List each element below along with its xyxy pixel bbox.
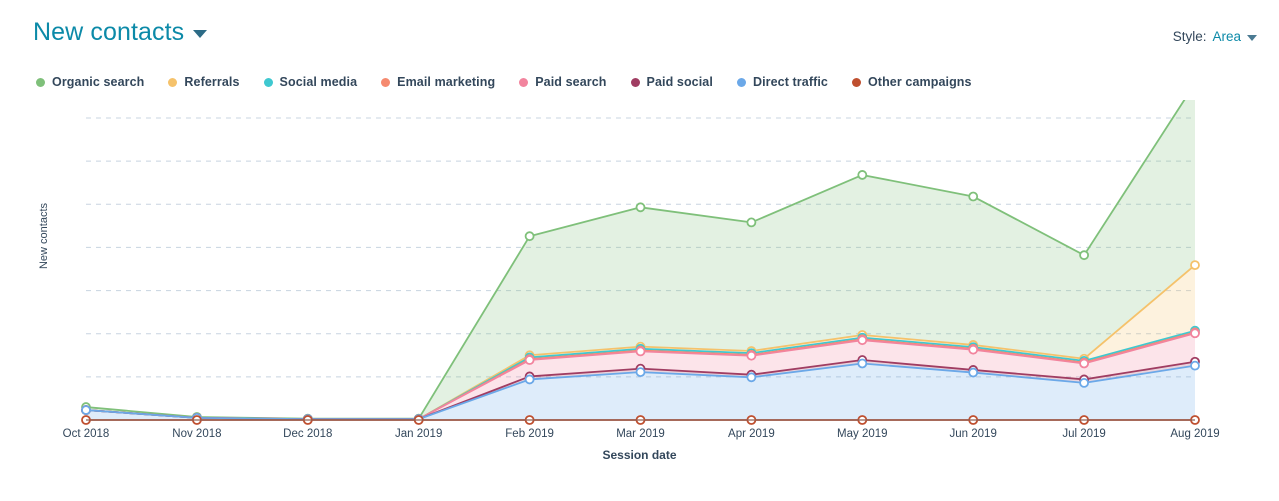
legend-color-dot xyxy=(36,77,45,87)
legend-item[interactable]: Organic search xyxy=(36,75,144,89)
chart-plot-area: New contacts Oct 2018 Nov 2018 Dec 2018 Jan… xyxy=(0,100,1279,501)
x-tick-label: Mar 2019 xyxy=(616,428,665,440)
x-axis-ticks: Oct 2018 Nov 2018 Dec 2018 Jan 2019 Feb 2019… xyxy=(63,428,1220,440)
chevron-down-icon[interactable] xyxy=(1247,34,1257,41)
data-point[interactable] xyxy=(1190,260,1200,271)
data-point[interactable] xyxy=(1190,328,1200,339)
page-title: New contacts xyxy=(33,18,185,46)
x-tick-label: Aug 2019 xyxy=(1170,428,1219,440)
legend-item-label: Other campaigns xyxy=(867,75,972,89)
legend-color-dot xyxy=(519,77,529,87)
data-point[interactable] xyxy=(968,344,979,355)
legend-item[interactable]: Direct traffic xyxy=(736,75,828,89)
legend-item[interactable]: Paid search xyxy=(519,75,606,89)
legend-item[interactable]: Paid social xyxy=(630,75,713,89)
legend-item-label: Email marketing xyxy=(397,75,496,89)
x-tick-label: Jun 2019 xyxy=(950,428,997,440)
data-point[interactable] xyxy=(635,202,646,213)
legend-item-label: Organic search xyxy=(52,75,145,89)
x-tick-label: Nov 2018 xyxy=(172,428,221,440)
data-point[interactable] xyxy=(968,367,979,378)
legend-item-label: Paid social xyxy=(646,75,713,89)
data-point[interactable] xyxy=(81,405,91,415)
data-point[interactable] xyxy=(746,217,757,228)
legend-item-label: Social media xyxy=(279,75,358,89)
legend-item-label: Paid search xyxy=(535,75,607,89)
data-point[interactable] xyxy=(1079,377,1089,388)
data-point[interactable] xyxy=(746,350,757,361)
data-point[interactable] xyxy=(524,374,535,385)
legend-item-label: Direct traffic xyxy=(752,75,828,89)
chevron-down-icon[interactable] xyxy=(193,30,208,38)
data-point[interactable] xyxy=(1079,250,1089,261)
legend-color-dot xyxy=(630,77,640,87)
legend-color-dot xyxy=(736,77,746,87)
x-tick-label: May 2019 xyxy=(837,428,888,440)
legend-item[interactable]: Social media xyxy=(263,75,358,89)
data-point[interactable] xyxy=(746,372,757,383)
x-tick-label: Jul 2019 xyxy=(1062,428,1105,440)
legend-color-dot xyxy=(263,77,273,87)
data-point[interactable] xyxy=(635,367,646,378)
data-point[interactable] xyxy=(524,355,535,365)
x-tick-label: Feb 2019 xyxy=(505,428,554,440)
area-chart-svg[interactable]: Oct 2018 Nov 2018 Dec 2018 Jan 2019 Feb 2019… xyxy=(0,100,1279,460)
x-tick-label: Dec 2018 xyxy=(283,428,332,440)
style-control: Style: Area xyxy=(1173,29,1257,44)
legend-item[interactable]: Email marketing xyxy=(381,75,495,89)
x-tick-label: Jan 2019 xyxy=(395,428,442,440)
metric-selector[interactable]: New contacts xyxy=(33,18,208,46)
chart-header: New contacts Style: Area xyxy=(0,0,1279,62)
x-tick-label: Apr 2019 xyxy=(728,428,775,440)
data-point[interactable] xyxy=(635,346,646,357)
legend-color-dot xyxy=(168,77,178,87)
legend-color-dot xyxy=(851,77,861,87)
style-value[interactable]: Area xyxy=(1212,29,1241,44)
legend-item[interactable]: Other campaigns xyxy=(851,75,972,89)
data-point[interactable] xyxy=(524,231,535,242)
chart-legend: Organic search Referrals Social media Email… xyxy=(36,75,996,89)
data-point[interactable] xyxy=(857,358,868,369)
x-axis-title: Session date xyxy=(602,448,677,462)
data-point[interactable] xyxy=(1079,358,1089,369)
data-point[interactable] xyxy=(857,335,868,346)
legend-item-label: Referrals xyxy=(184,75,240,89)
data-point[interactable] xyxy=(857,170,868,180)
data-point[interactable] xyxy=(968,191,979,202)
legend-color-dot xyxy=(381,77,391,87)
legend-item[interactable]: Referrals xyxy=(168,75,239,89)
x-tick-label: Oct 2018 xyxy=(63,428,110,440)
data-point[interactable] xyxy=(1190,360,1200,371)
style-label: Style: xyxy=(1172,29,1207,44)
